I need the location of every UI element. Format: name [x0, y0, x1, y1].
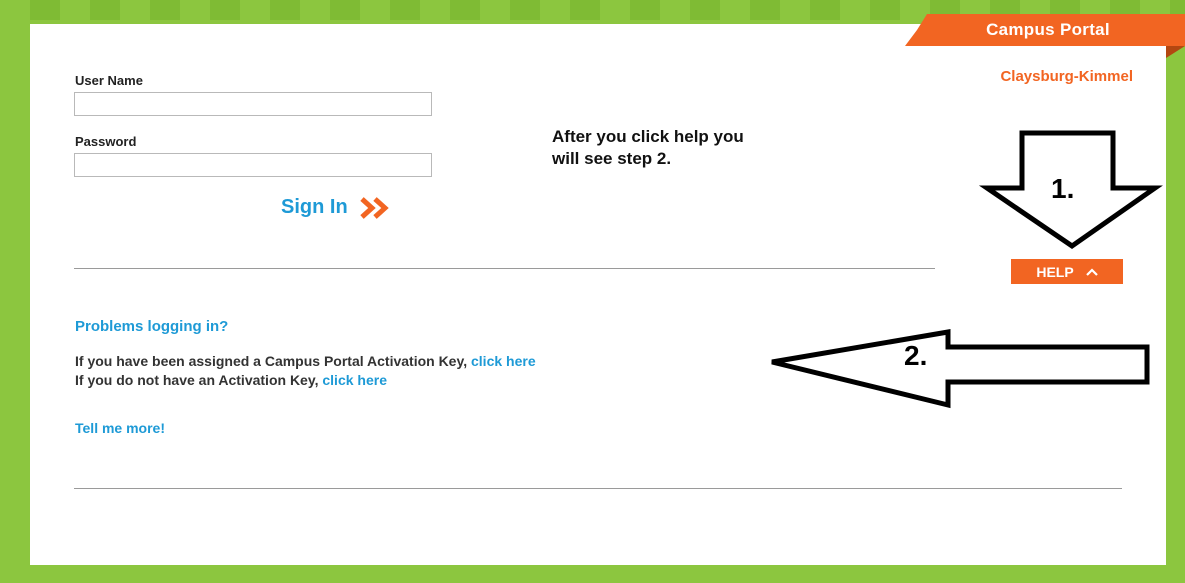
instruction-note-line1: After you click help you — [552, 127, 744, 146]
password-label: Password — [75, 134, 137, 149]
campus-portal-banner: Campus Portal — [905, 14, 1185, 46]
tell-me-more-link[interactable]: Tell me more! — [75, 420, 165, 436]
down-arrow-annotation: 1. — [978, 130, 1163, 250]
problems-logging-in-heading: Problems logging in? — [75, 318, 229, 335]
divider-bottom — [74, 488, 1122, 489]
password-field[interactable] — [74, 153, 432, 177]
no-activation-key-click-here-link[interactable]: click here — [322, 372, 387, 388]
instruction-note-line2: will see step 2. — [552, 149, 672, 168]
activation-key-line: If you have been assigned a Campus Porta… — [75, 353, 536, 369]
instruction-note: After you click help you will see step 2… — [552, 126, 852, 170]
no-activation-key-text: If you do not have an Activation Key, — [75, 372, 323, 388]
activation-key-text: If you have been assigned a Campus Porta… — [75, 353, 471, 369]
activation-key-click-here-link[interactable]: click here — [471, 353, 536, 369]
help-label: HELP — [1036, 263, 1074, 280]
no-activation-key-line: If you do not have an Activation Key, cl… — [75, 372, 387, 388]
step-2-label: 2. — [904, 340, 927, 371]
divider-top — [74, 268, 935, 269]
username-field[interactable] — [74, 92, 432, 116]
left-arrow-annotation: 2. — [771, 329, 1150, 409]
district-name: Claysburg-Kimmel — [1000, 68, 1133, 85]
sign-in-button[interactable]: Sign In — [281, 196, 392, 219]
sign-in-label: Sign In — [281, 196, 348, 218]
username-label: User Name — [75, 73, 143, 88]
banner-title: Campus Portal — [986, 20, 1110, 39]
chevron-up-icon — [1085, 267, 1098, 276]
banner-fold — [1166, 46, 1185, 58]
double-chevron-right-icon — [359, 196, 389, 219]
step-1-label: 1. — [1051, 173, 1074, 204]
help-button[interactable]: HELP — [1011, 259, 1123, 284]
